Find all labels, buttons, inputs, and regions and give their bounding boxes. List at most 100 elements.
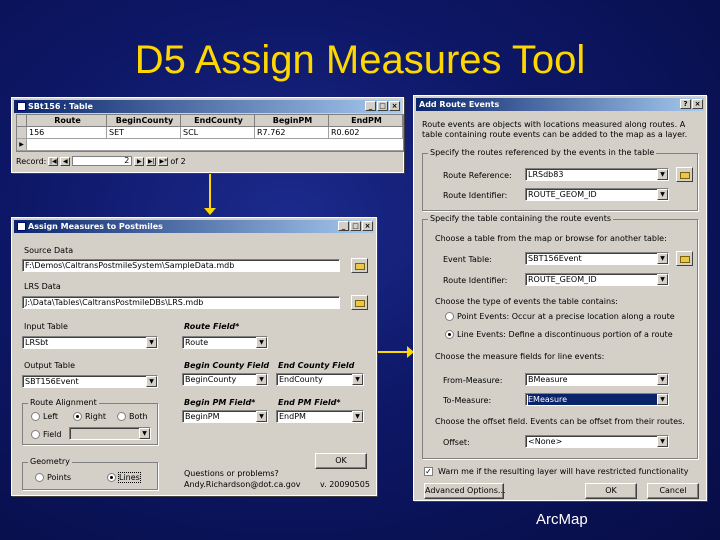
chevron-down-icon[interactable]: ▼ [352, 374, 363, 385]
chevron-down-icon[interactable]: ▼ [657, 169, 668, 180]
align-both-radio[interactable]: Both [117, 412, 148, 421]
event-route-id-select[interactable]: ROUTE_GEOM_ID ▼ [525, 273, 669, 286]
chevron-down-icon[interactable]: ▼ [657, 374, 668, 385]
browse-events-button[interactable] [676, 251, 693, 266]
assign-ok-button[interactable]: OK [315, 453, 367, 469]
last-record-button[interactable]: ▶| [146, 156, 157, 166]
advanced-options-button[interactable]: Advanced Options... [424, 483, 506, 499]
radio-label: Point Events: Occur at a precise locatio… [457, 312, 675, 321]
table-row-new[interactable]: ▶ [17, 139, 403, 151]
next-record-button[interactable]: ▶ [134, 156, 145, 166]
column-header[interactable]: BeginPM [255, 115, 329, 127]
column-header[interactable]: BeginCounty [107, 115, 181, 127]
chevron-down-icon[interactable]: ▼ [146, 337, 157, 348]
radio-label: Both [129, 412, 148, 421]
ok-button[interactable]: OK [585, 483, 637, 499]
version-text: v. 20090505 [320, 480, 370, 489]
chevron-down-icon[interactable]: ▼ [657, 274, 668, 285]
chevron-down-icon[interactable]: ▼ [657, 436, 668, 447]
table-cell[interactable]: R0.602 [329, 127, 403, 139]
chevron-down-icon[interactable]: ▼ [352, 411, 363, 422]
minimize-button[interactable]: _ [338, 221, 349, 231]
prev-record-button[interactable]: ◀ [60, 156, 71, 166]
browse-lrs-button[interactable] [351, 295, 368, 310]
from-measure-label: From-Measure: [443, 376, 503, 385]
row-selector[interactable] [17, 127, 27, 139]
chevron-down-icon[interactable]: ▼ [146, 376, 157, 387]
line-events-radio[interactable]: Line Events: Define a discontinuous port… [445, 330, 673, 339]
browse-routes-button[interactable] [676, 167, 693, 182]
route-field-select[interactable]: Route ▼ [182, 336, 268, 349]
chevron-down-icon[interactable]: ▼ [657, 189, 668, 200]
new-record-button[interactable]: ▶* [158, 156, 169, 166]
end-pm-select[interactable]: EndPM ▼ [276, 410, 364, 423]
end-pm-label: End PM Field* [278, 398, 341, 407]
begin-county-value: BeginCounty [185, 375, 237, 384]
table-cell[interactable]: 156 [27, 127, 107, 139]
minimize-button[interactable]: _ [365, 101, 376, 111]
assign-window-titlebar[interactable]: Assign Measures to Postmiles _ □ × [14, 220, 374, 233]
output-table-select[interactable]: SBT156Event ▼ [22, 375, 158, 388]
route-events-titlebar[interactable]: Add Route Events ? × [416, 98, 704, 111]
radio-dot [117, 412, 126, 421]
app-icon [17, 222, 26, 231]
radio-dot [73, 412, 82, 421]
offset-label: Offset: [443, 438, 470, 447]
end-county-select[interactable]: EndCounty ▼ [276, 373, 364, 386]
table-cell[interactable]: R7.762 [255, 127, 329, 139]
chevron-down-icon[interactable]: ▼ [657, 253, 668, 264]
align-left-radio[interactable]: Left [31, 412, 58, 421]
to-measure-select[interactable]: EMeasure ▼ [525, 393, 669, 406]
routes-group-title: Specify the routes referenced by the eve… [428, 148, 657, 157]
close-button[interactable]: × [692, 99, 703, 109]
radio-dot [35, 473, 44, 482]
chevron-down-icon[interactable]: ▼ [256, 374, 267, 385]
close-button[interactable]: × [389, 101, 400, 111]
table-window-titlebar[interactable]: SBt156 : Table _ □ × [14, 100, 401, 113]
from-measure-select[interactable]: BMeasure ▼ [525, 373, 669, 386]
lrs-data-input[interactable]: J:\Data\Tables\CaltransPostmileDBs\LRS.m… [22, 296, 340, 309]
cancel-button[interactable]: Cancel [647, 483, 699, 499]
route-reference-select[interactable]: LRSdb83 ▼ [525, 168, 669, 181]
table-cell[interactable]: SCL [181, 127, 255, 139]
offset-select[interactable]: <None> ▼ [525, 435, 669, 448]
column-header[interactable]: Route [27, 115, 107, 127]
close-button[interactable]: × [362, 221, 373, 231]
align-field-radio[interactable]: Field [31, 430, 61, 439]
source-data-input[interactable]: F:\Demos\CaltransPostmileSystem\SampleDa… [22, 259, 340, 272]
table-cell[interactable]: SET [107, 127, 181, 139]
input-table-select[interactable]: LRSbt ▼ [22, 336, 158, 349]
radio-dot [445, 330, 454, 339]
maximize-button[interactable]: □ [350, 221, 361, 231]
chevron-down-icon[interactable]: ▼ [256, 337, 267, 348]
measure-fields-text: Choose the measure fields for line event… [435, 352, 605, 361]
radio-label: Points [47, 473, 72, 482]
begin-county-select[interactable]: BeginCounty ▼ [182, 373, 268, 386]
warn-checkbox[interactable]: ✓ [424, 467, 433, 476]
help-button[interactable]: ? [680, 99, 691, 109]
record-number-field[interactable]: 2 [72, 156, 133, 166]
event-table-select[interactable]: SBT156Event ▼ [525, 252, 669, 265]
point-events-radio[interactable]: Point Events: Occur at a precise locatio… [445, 312, 675, 321]
maximize-button[interactable]: □ [377, 101, 388, 111]
table-row[interactable]: 156 SET SCL R7.762 R0.602 [17, 127, 403, 139]
choose-table-text: Choose a table from the map or browse fo… [435, 234, 667, 243]
geometry-lines-radio[interactable]: Lines [107, 472, 141, 483]
route-identifier-select[interactable]: ROUTE_GEOM_ID ▼ [525, 188, 669, 201]
browse-source-button[interactable] [351, 258, 368, 273]
chevron-down-icon[interactable]: ▼ [256, 411, 267, 422]
align-right-radio[interactable]: Right [73, 412, 106, 421]
geometry-points-radio[interactable]: Points [35, 473, 71, 482]
column-header[interactable]: EndCounty [181, 115, 255, 127]
contact-email[interactable]: Andy.Richardson@dot.ca.gov [184, 480, 300, 489]
lrs-data-label: LRS Data [24, 282, 61, 291]
begin-pm-select[interactable]: BeginPM ▼ [182, 410, 268, 423]
alignment-field-select[interactable]: ▼ [69, 427, 151, 440]
first-record-button[interactable]: |◀ [48, 156, 59, 166]
begin-county-label: Begin County Field [184, 361, 270, 370]
chevron-down-icon[interactable]: ▼ [657, 394, 668, 405]
to-measure-value: EMeasure [528, 394, 668, 405]
chevron-down-icon[interactable]: ▼ [139, 428, 150, 439]
input-table-value: LRSbt [25, 338, 49, 347]
column-header[interactable]: EndPM [329, 115, 403, 127]
